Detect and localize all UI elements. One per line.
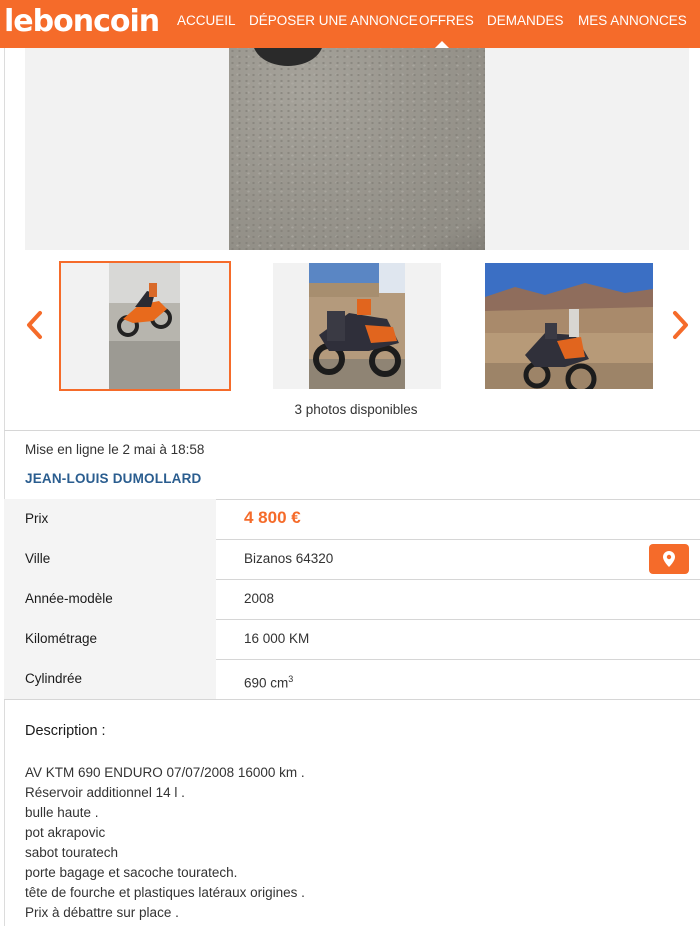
description-line: AV KTM 690 ENDURO 07/07/2008 16000 km . [25,765,305,780]
nav-deposer-une-annonce[interactable]: DÉPOSER UNE ANNONCE [249,13,418,29]
description-line: bulle haute . [25,805,99,820]
nav-mes-annonces[interactable]: MES ANNONCES [578,13,687,29]
thumbnail-3[interactable] [485,263,653,389]
thumbnail-2[interactable] [273,263,441,389]
seller-name[interactable]: JEAN-LOUIS DUMOLLARD [25,471,202,487]
main-photo[interactable] [229,48,485,250]
map-button[interactable] [649,544,689,574]
attribute-row-year: Année-modèle 2008 [4,579,700,620]
price-value: 4 800 € [244,508,301,527]
attribute-label: Kilométrage [25,631,98,646]
attribute-label: Année-modèle [25,591,113,606]
attribute-row-city: Ville Bizanos 64320 [4,539,700,580]
description-line: pot akrapovic [25,825,106,840]
attribute-row-mileage: Kilométrage 16 000 KM [4,619,700,660]
chevron-right-icon[interactable] [667,308,693,342]
year-value: 2008 [244,591,275,606]
attribute-row-price: Prix 4 800 € [4,499,700,540]
posted-date: Mise en ligne le 2 mai à 18:58 [25,442,205,457]
thumbnail-photo-1 [109,263,180,389]
thumbnail-photo-2 [309,263,405,389]
divider [4,430,700,431]
page-border [4,48,5,926]
attribute-label: Cylindrée [25,671,83,686]
leboncoin-logo[interactable]: leboncoin [4,4,160,40]
displacement-value: 690 cm3 [244,674,294,691]
top-navigation-bar: leboncoin ACCUEIL DÉPOSER UNE ANNONCE OF… [0,0,700,49]
attribute-label: Ville [25,551,51,566]
nav-accueil[interactable]: ACCUEIL [177,13,236,29]
attribute-label: Prix [25,511,49,526]
photo-count: 3 photos disponibles [294,402,418,417]
attribute-row-displacement: Cylindrée 690 cm3 [4,659,700,700]
description-line: Réservoir additionnel 14 l . [25,785,185,800]
description-line: sabot touratech [25,845,119,860]
thumbnail-1[interactable] [59,261,231,391]
description-line: tête de fourche et plastiques latéraux o… [25,885,305,900]
mileage-value: 16 000 KM [244,631,310,646]
city-value: Bizanos 64320 [244,551,334,566]
description-line: Prix à débattre sur place . [25,905,179,920]
thumbnail-photo-3 [485,263,653,389]
description-title: Description : [25,723,106,739]
map-marker-icon [663,551,675,567]
description-text: AV KTM 690 ENDURO 07/07/2008 16000 km . … [25,763,305,923]
nav-offres[interactable]: OFFRES [419,13,474,29]
chevron-left-icon[interactable] [22,308,48,342]
description-line: porte bagage et sacoche touratech. [25,865,238,880]
nav-demandes[interactable]: DEMANDES [487,13,564,29]
